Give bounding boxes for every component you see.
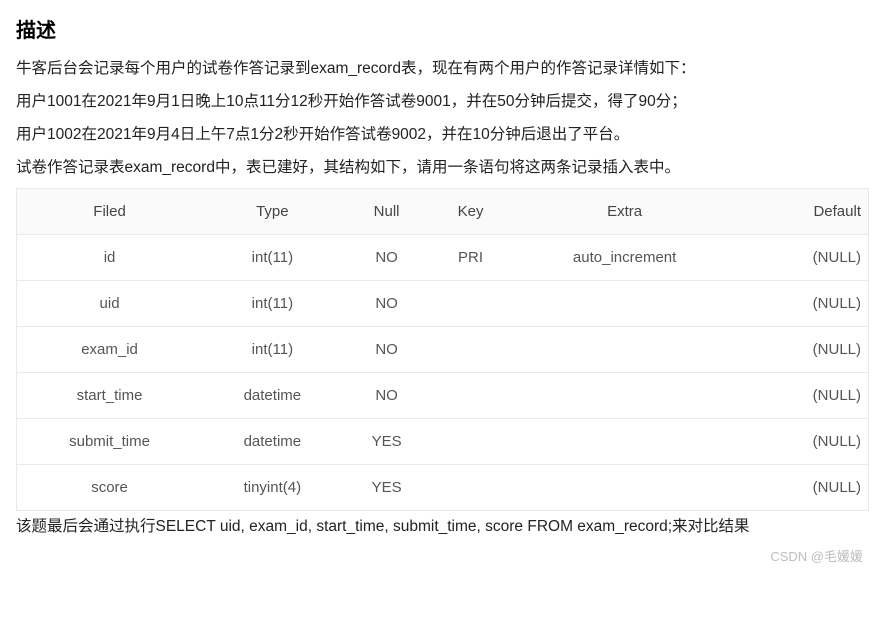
desc-line-3: 用户1002在2021年9月4日上午7点1分2秒开始作答试卷9002，并在10分… [16,121,869,148]
table-row: id int(11) NO PRI auto_increment (NULL) [17,234,869,280]
schema-table: Filed Type Null Key Extra Default id int… [17,189,869,511]
table-scroll-container[interactable]: Filed Type Null Key Extra Default id int… [16,188,869,511]
cell-key [431,326,511,372]
cell-filed: uid [17,280,202,326]
table-row: submit_time datetime YES (NULL) [17,418,869,464]
cell-type: datetime [202,372,343,418]
table-row: start_time datetime NO (NULL) [17,372,869,418]
cell-null: YES [343,464,431,510]
watermark-text: CSDN @毛媛媛 [16,546,869,565]
footnote-text: 该题最后会通过执行SELECT uid, exam_id, start_time… [16,513,869,540]
cell-key [431,280,511,326]
desc-line-1: 牛客后台会记录每个用户的试卷作答记录到exam_record表，现在有两个用户的… [16,55,869,82]
table-row: score tinyint(4) YES (NULL) [17,464,869,510]
cell-default: (NULL) [739,280,869,326]
table-body: id int(11) NO PRI auto_increment (NULL) … [17,234,869,510]
cell-key: PRI [431,234,511,280]
cell-key [431,372,511,418]
cell-null: NO [343,372,431,418]
col-type: Type [202,189,343,235]
cell-type: int(11) [202,234,343,280]
section-title: 描述 [16,14,869,43]
cell-type: tinyint(4) [202,464,343,510]
cell-null: NO [343,234,431,280]
cell-extra [511,326,739,372]
cell-extra: auto_increment [511,234,739,280]
cell-key [431,418,511,464]
col-filed: Filed [17,189,202,235]
cell-extra [511,464,739,510]
cell-default: (NULL) [739,464,869,510]
cell-default: (NULL) [739,234,869,280]
col-default: Default [739,189,869,235]
description-block: 牛客后台会记录每个用户的试卷作答记录到exam_record表，现在有两个用户的… [16,55,869,182]
desc-line-2: 用户1001在2021年9月1日晚上10点11分12秒开始作答试卷9001，并在… [16,88,869,115]
cell-key [431,464,511,510]
cell-null: NO [343,326,431,372]
cell-filed: submit_time [17,418,202,464]
cell-default: (NULL) [739,418,869,464]
table-header-row: Filed Type Null Key Extra Default [17,189,869,235]
table-row: uid int(11) NO (NULL) [17,280,869,326]
cell-type: int(11) [202,326,343,372]
cell-filed: id [17,234,202,280]
cell-null: NO [343,280,431,326]
cell-type: datetime [202,418,343,464]
cell-default: (NULL) [739,372,869,418]
col-key: Key [431,189,511,235]
cell-null: YES [343,418,431,464]
col-null: Null [343,189,431,235]
table-row: exam_id int(11) NO (NULL) [17,326,869,372]
cell-extra [511,280,739,326]
cell-filed: score [17,464,202,510]
col-extra: Extra [511,189,739,235]
cell-default: (NULL) [739,326,869,372]
desc-line-4: 试卷作答记录表exam_record中，表已建好，其结构如下，请用一条语句将这两… [16,154,869,181]
cell-filed: start_time [17,372,202,418]
cell-filed: exam_id [17,326,202,372]
cell-extra [511,418,739,464]
cell-extra [511,372,739,418]
cell-type: int(11) [202,280,343,326]
